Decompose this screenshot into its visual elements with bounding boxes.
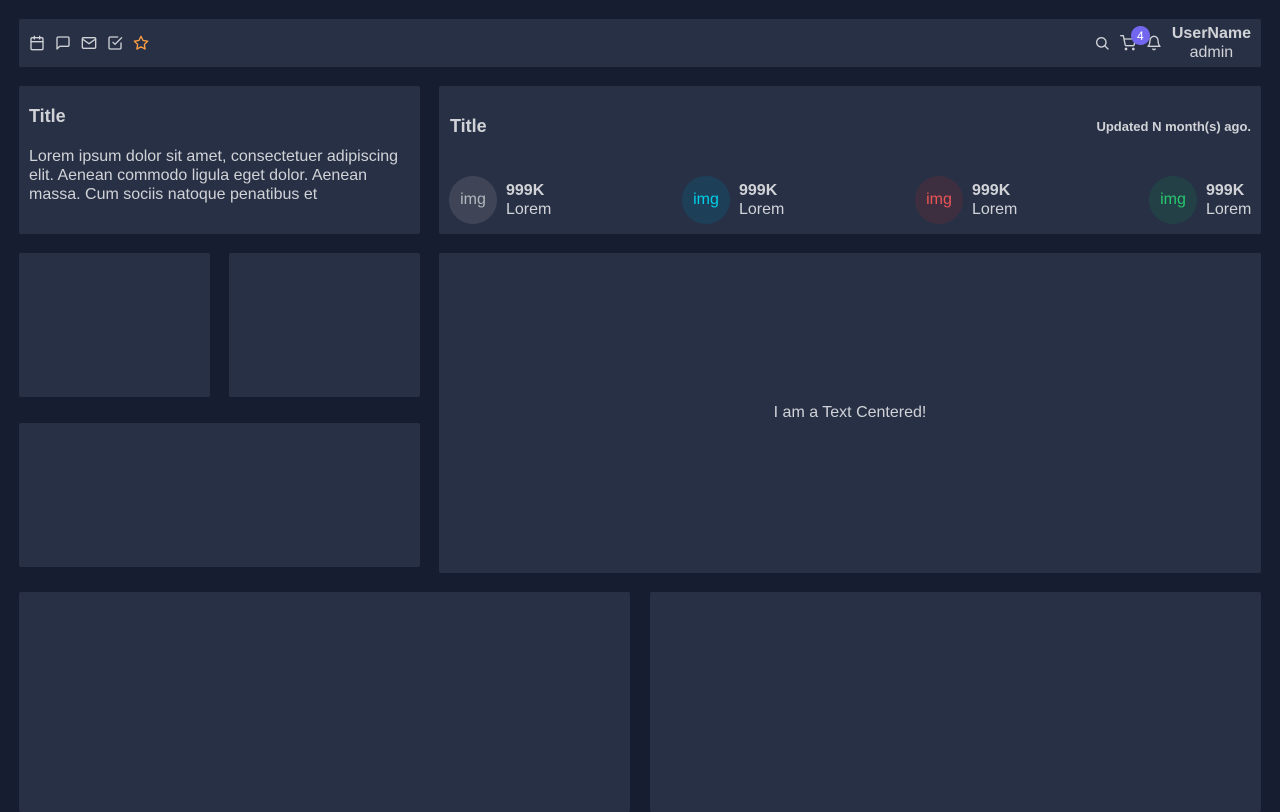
mail-icon[interactable] bbox=[81, 35, 97, 51]
text-card-title: Title bbox=[29, 106, 66, 126]
stat-value: 999K bbox=[1206, 182, 1245, 199]
stat-item: img 999K Lorem bbox=[682, 176, 784, 224]
bell-icon[interactable] bbox=[1146, 35, 1162, 51]
stat-value: 999K bbox=[506, 182, 545, 199]
empty-card-small-a bbox=[19, 253, 210, 397]
empty-card-wide bbox=[19, 423, 420, 567]
center-card-text: I am a Text Centered! bbox=[773, 404, 927, 421]
stat-image: img bbox=[1149, 176, 1197, 224]
stat-value: 999K bbox=[739, 182, 778, 199]
stat-item: img 999K Lorem bbox=[1149, 176, 1251, 224]
stats-card-title: Title bbox=[450, 116, 487, 136]
calendar-icon[interactable] bbox=[29, 35, 45, 51]
check-square-icon[interactable] bbox=[107, 35, 123, 51]
empty-card-bottom-left bbox=[19, 592, 630, 812]
stat-image: img bbox=[449, 176, 497, 224]
stat-label: Lorem bbox=[1206, 201, 1252, 218]
stat-value: 999K bbox=[972, 182, 1011, 199]
empty-card-small-b bbox=[229, 253, 420, 397]
stat-image: img bbox=[915, 176, 963, 224]
stat-label: Lorem bbox=[739, 201, 785, 218]
center-card: I am a Text Centered! bbox=[439, 253, 1261, 573]
user-name: UserName bbox=[1171, 25, 1251, 42]
user-role: admin bbox=[1189, 44, 1234, 61]
cart-icon[interactable]: 4 bbox=[1119, 26, 1150, 51]
stat-label: Lorem bbox=[506, 201, 552, 218]
navbar-shortcuts bbox=[29, 19, 149, 67]
stats-card: Title Updated N month(s) ago. img 999K L… bbox=[439, 86, 1261, 234]
empty-card-bottom-right bbox=[650, 592, 1261, 812]
text-card-body: Lorem ipsum dolor sit amet, consectetuer… bbox=[29, 148, 399, 203]
stat-image: img bbox=[682, 176, 730, 224]
stats-updated-text: Updated N month(s) ago. bbox=[1096, 119, 1251, 134]
star-icon[interactable] bbox=[133, 35, 149, 51]
stat-item: img 999K Lorem bbox=[449, 176, 551, 224]
navbar: 4 UserName admin bbox=[19, 19, 1261, 67]
search-icon[interactable] bbox=[1094, 35, 1110, 51]
stat-label: Lorem bbox=[972, 201, 1018, 218]
stat-item: img 999K Lorem bbox=[915, 176, 1017, 224]
text-card: Title Lorem ipsum dolor sit amet, consec… bbox=[19, 86, 420, 234]
message-icon[interactable] bbox=[55, 35, 71, 51]
navbar-actions: 4 UserName admin bbox=[1084, 19, 1251, 67]
user-menu[interactable]: UserName admin bbox=[1172, 24, 1251, 62]
